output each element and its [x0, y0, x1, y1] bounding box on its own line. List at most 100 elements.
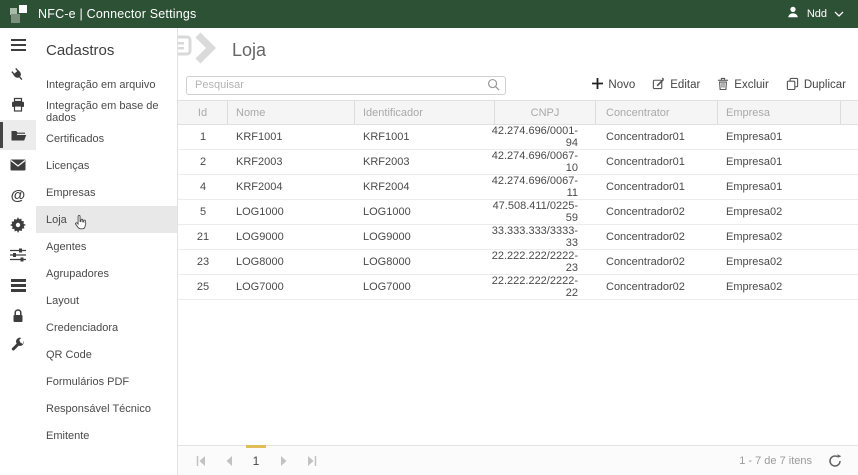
new-button[interactable]: Novo: [592, 78, 635, 92]
menu-icon[interactable]: [0, 30, 36, 60]
plus-icon: [592, 78, 603, 92]
table-cell: LOG1000: [355, 200, 495, 224]
table-cell: 5: [178, 200, 228, 224]
table-cell: KRF1001: [355, 125, 495, 149]
edit-icon: [652, 77, 665, 93]
page-title: Loja: [232, 40, 266, 61]
sidebar-item-layout[interactable]: Layout: [36, 287, 177, 314]
sidebar-item-certificados[interactable]: Certificados: [36, 125, 177, 152]
gear-icon[interactable]: [0, 210, 36, 240]
column-header-id[interactable]: Id: [178, 101, 228, 124]
column-header-concentrator[interactable]: Concentrator: [596, 101, 718, 124]
sidebar-item-label: Integração em base de dados: [46, 100, 177, 124]
current-page[interactable]: 1: [242, 454, 270, 468]
table-cell: Concentrador01: [596, 125, 718, 149]
sliders-icon[interactable]: [0, 240, 36, 270]
sidebar-item-agrupadores[interactable]: Agrupadores: [36, 260, 177, 287]
main-panel: Loja Novo Editar Excluir Duplicar IdNome…: [178, 28, 858, 475]
table-cell: KRF2004: [355, 175, 495, 199]
sidebar-item-responsavel-tecnico[interactable]: Responsável Técnico: [36, 395, 177, 422]
table-cell: 21: [178, 225, 228, 249]
search-input[interactable]: [186, 76, 506, 95]
table-cell: 42.274.696/0067-10: [495, 150, 596, 174]
sidebar-item-integracao-em-arquivo[interactable]: Integração em arquivo: [36, 71, 177, 98]
table-cell: Empresa01: [718, 175, 841, 199]
first-page-button[interactable]: [186, 447, 214, 475]
table-cell: Concentrador02: [596, 275, 718, 299]
user-icon: [786, 5, 800, 24]
at-sign-icon[interactable]: @: [0, 180, 36, 210]
table-cell: KRF2004: [228, 175, 355, 199]
app-window: NFC-e | Connector Settings Ndd @ Cadastr…: [0, 0, 858, 475]
last-page-button[interactable]: [298, 447, 326, 475]
table-row[interactable]: 21LOG9000LOG900033.333.333/3333-33Concen…: [178, 225, 858, 250]
edit-button[interactable]: Editar: [652, 77, 700, 93]
sidebar-item-empresas[interactable]: Empresas: [36, 179, 177, 206]
sidebar-item-integracao-em-base-de-dados[interactable]: Integração em base de dados: [36, 98, 177, 125]
table-cell: Empresa02: [718, 250, 841, 274]
plug-icon[interactable]: [0, 60, 36, 90]
sidebar-item-agentes[interactable]: Agentes: [36, 233, 177, 260]
table-header-row: IdNomeIdentificadorCNPJConcentratorEmpre…: [178, 100, 858, 125]
sidebar-item-label: Agentes: [46, 241, 86, 253]
table-cell: 25: [178, 275, 228, 299]
sidebar-item-qr-code[interactable]: QR Code: [36, 341, 177, 368]
refresh-icon[interactable]: [828, 454, 842, 468]
trash-icon: [717, 77, 729, 93]
table-cell: LOG8000: [355, 250, 495, 274]
table-cell: 2: [178, 150, 228, 174]
table-row[interactable]: 5LOG1000LOG100047.508.411/0225-59Concent…: [178, 200, 858, 225]
table-cell: Empresa01: [718, 125, 841, 149]
table-cell: Concentrador01: [596, 175, 718, 199]
table-cell: 42.274.696/0001-94: [495, 125, 596, 149]
previous-page-button[interactable]: [214, 447, 242, 475]
copy-icon: [786, 77, 799, 93]
table-cell: Concentrador02: [596, 225, 718, 249]
envelope-icon[interactable]: [0, 150, 36, 180]
rows-icon[interactable]: [0, 270, 36, 300]
table-cell: 4: [178, 175, 228, 199]
printer-icon[interactable]: [0, 90, 36, 120]
sidebar-item-label: Loja: [46, 214, 67, 226]
sidebar-item-label: Agrupadores: [46, 268, 109, 280]
delete-button[interactable]: Excluir: [717, 77, 769, 93]
folder-open-icon[interactable]: [0, 120, 36, 150]
user-name: Ndd: [807, 8, 827, 20]
sidebar-item-credenciadora[interactable]: Credenciadora: [36, 314, 177, 341]
table-row[interactable]: 4KRF2004KRF200442.274.696/0067-11Concent…: [178, 175, 858, 200]
page-header: Loja: [178, 28, 858, 72]
table-row[interactable]: 25LOG7000LOG700022.222.222/2222-22Concen…: [178, 275, 858, 300]
duplicate-button[interactable]: Duplicar: [786, 77, 846, 93]
sidebar-item-label: Emitente: [46, 430, 89, 442]
sidebar-item-loja[interactable]: Loja: [36, 206, 177, 233]
wrench-icon[interactable]: [0, 330, 36, 360]
lock-icon[interactable]: [0, 300, 36, 330]
table-cell: 22.222.222/2222-22: [495, 275, 596, 299]
table-cell: KRF2003: [355, 150, 495, 174]
table-cell: 42.274.696/0067-11: [495, 175, 596, 199]
table-cell-stub: [841, 275, 858, 299]
column-header-cnpj[interactable]: CNPJ: [495, 101, 596, 124]
table-row[interactable]: 1KRF1001KRF100142.274.696/0001-94Concent…: [178, 125, 858, 150]
sidebar-item-licencas[interactable]: Licenças: [36, 152, 177, 179]
table-cell: LOG8000: [228, 250, 355, 274]
table-cell-stub: [841, 125, 858, 149]
table-cell: 33.333.333/3333-33: [495, 225, 596, 249]
sidebar-item-label: Formulários PDF: [46, 376, 129, 388]
column-header-empresa[interactable]: Empresa: [718, 101, 841, 124]
page-store-icon: [178, 32, 226, 69]
user-menu[interactable]: Ndd: [786, 5, 848, 24]
next-page-button[interactable]: [270, 447, 298, 475]
table-row[interactable]: 23LOG8000LOG800022.222.222/2222-23Concen…: [178, 250, 858, 275]
table-cell: KRF1001: [228, 125, 355, 149]
column-header-nome[interactable]: Nome: [228, 101, 355, 124]
sidebar-item-formularios-pdf[interactable]: Formulários PDF: [36, 368, 177, 395]
table-cell: 23: [178, 250, 228, 274]
column-header-identificador[interactable]: Identificador: [355, 101, 495, 124]
sidebar-item-emitente[interactable]: Emitente: [36, 422, 177, 449]
sidebar: Cadastros Integração em arquivoIntegraçã…: [36, 28, 178, 475]
table-cell-stub: [841, 225, 858, 249]
search-icon[interactable]: [487, 78, 500, 96]
pagination-bar: 1 1 - 7 de 7 itens: [178, 445, 858, 475]
table-row[interactable]: 2KRF2003KRF200342.274.696/0067-10Concent…: [178, 150, 858, 175]
